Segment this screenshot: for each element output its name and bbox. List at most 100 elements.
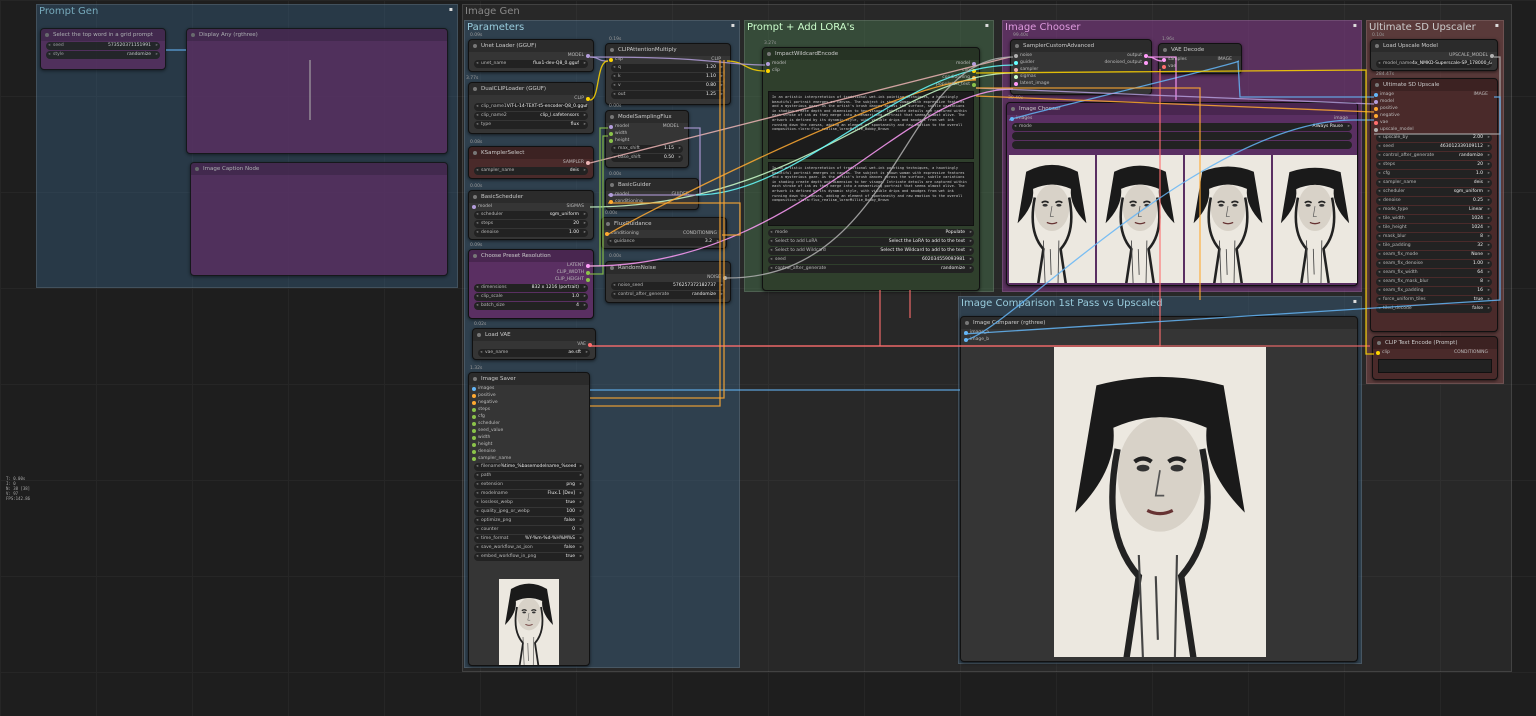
widget-mode[interactable]: modeAlways Pause <box>1012 123 1352 131</box>
group-menu-icon[interactable]: ▪︎ <box>731 22 735 29</box>
widget-tile-height[interactable]: tile_height1024 <box>1376 224 1492 232</box>
chooser-image-2[interactable] <box>1097 155 1183 283</box>
input-negative[interactable]: negative <box>1371 112 1497 119</box>
widget-control-after-generate[interactable]: control_after_generaterandomize <box>611 291 725 299</box>
output-conditioning[interactable]: conditioning <box>936 74 979 81</box>
widget-mask-blur[interactable]: mask_blur8 <box>1376 233 1492 241</box>
node-flux-guidance[interactable]: FluxGuidance conditioningCONDITIONING gu… <box>601 217 727 249</box>
input-model[interactable]: model SIGMAS <box>469 203 593 210</box>
widget-seed[interactable]: seed602034559093981 <box>768 256 974 264</box>
widget-select-to-add-wildcard[interactable]: Select to add WildcardSelect the Wildcar… <box>768 247 974 255</box>
node-ultimate-sd-upscale[interactable]: Ultimate SD Upscale image IMAGE model posit… <box>1370 78 1498 332</box>
input-model[interactable]: model <box>763 60 786 67</box>
widget-optimize_png[interactable]: optimize_pngfalse <box>474 517 584 525</box>
widget-steps[interactable]: steps20 <box>1376 161 1492 169</box>
widget-unet-name[interactable]: unet_nameflux1-dev-Q8_0.gguf <box>474 60 588 68</box>
input-cfg[interactable]: cfg <box>469 413 589 420</box>
widget-seam-fix-mode[interactable]: seam_fix_modeNone <box>1376 251 1492 259</box>
output-populated-text[interactable]: populated_text <box>936 81 979 88</box>
widget-batch-size[interactable]: batch_size4 <box>474 302 588 310</box>
widget-k[interactable]: k1.10 <box>611 73 725 81</box>
node-model-sampling-flux[interactable]: ModelSamplingFlux model MODEL width heigh… <box>605 110 689 168</box>
input-denoise[interactable]: denoise <box>469 448 589 455</box>
output-clip-width[interactable]: CLIP_WIDTH <box>469 269 593 276</box>
widget-vae-name[interactable]: vae_nameae.sft <box>478 349 590 357</box>
output-latent[interactable]: LATENT <box>469 262 593 269</box>
widget-path[interactable]: path <box>474 472 584 480</box>
widget-v[interactable]: v0.80 <box>611 82 725 90</box>
widget-tile-padding[interactable]: tile_padding32 <box>1376 242 1492 250</box>
widget-control-after-generate[interactable]: control_after_generaterandomize <box>1376 152 1492 160</box>
input-width[interactable]: width <box>606 130 688 137</box>
output-model[interactable]: MODEL <box>469 52 593 59</box>
widget-upscale-by[interactable]: upscale_by2.00 <box>1376 134 1492 142</box>
output-clip[interactable]: CLIP <box>469 95 593 102</box>
chooser-button[interactable] <box>1012 141 1352 149</box>
output-model[interactable]: model <box>936 60 979 67</box>
output-clip-height[interactable]: CLIP_HEIGHT <box>469 276 593 283</box>
widget-scheduler[interactable]: schedulersgm_uniform <box>1376 188 1492 196</box>
node-load-upscale-model[interactable]: Load Upscale Model UPSCALE_MODEL model_n… <box>1370 39 1498 71</box>
output-output[interactable]: output <box>1104 52 1151 59</box>
input-sampler_name[interactable]: sampler_name <box>469 455 589 462</box>
widget-tiled-decode[interactable]: tiled_decodefalse <box>1376 305 1492 313</box>
node-random-noise[interactable]: RandomNoise NOISE noise_seed576257372182… <box>605 261 731 303</box>
group-menu-icon[interactable]: ▪︎ <box>1495 22 1499 29</box>
input-conditioning[interactable]: conditioning <box>606 198 698 205</box>
widget-guidance[interactable]: guidance3.2 <box>607 238 721 246</box>
input-model[interactable]: model <box>1371 98 1497 105</box>
node-impact-wildcard-encode[interactable]: ImpactWildcardEncode model clip model cl… <box>762 47 980 291</box>
node-basic-scheduler[interactable]: BasicScheduler modelSIGMAS schedulersgm_… <box>468 190 594 240</box>
widget-control_after_generate[interactable]: control_after_generaterandomize <box>768 265 974 273</box>
input-conditioning[interactable]: conditioning CONDITIONING <box>602 230 726 237</box>
clip-text-input[interactable] <box>1378 359 1492 373</box>
node-load-vae[interactable]: Load VAE VAE vae_nameae.sft <box>472 328 596 360</box>
widget-model-name[interactable]: model_name4x_NMKD-Superscale-SP_178000_G… <box>1376 60 1492 68</box>
input-steps[interactable]: steps <box>469 406 589 413</box>
node-image-saver[interactable]: Image Saver images positive negative steps c… <box>468 372 590 666</box>
widget-cfg[interactable]: cfg1.0 <box>1376 170 1492 178</box>
widget-embed_workflow_in_png[interactable]: embed_workflow_in_pngtrue <box>474 553 584 561</box>
widget-seam-fix-width[interactable]: seam_fix_width64 <box>1376 269 1492 277</box>
widget-seam-fix-padding[interactable]: seam_fix_padding16 <box>1376 287 1492 295</box>
input-negative[interactable]: negative <box>469 399 589 406</box>
input-image-a[interactable]: image_a <box>961 329 1357 336</box>
output-sampler[interactable]: SAMPLER <box>469 159 593 166</box>
input-sigmas[interactable]: sigmas <box>1011 73 1049 80</box>
node-ksampler-select[interactable]: KSamplerSelect SAMPLER sampler_namedeis <box>468 146 594 179</box>
output-noise[interactable]: NOISE <box>606 274 730 281</box>
input-guider[interactable]: guider <box>1011 59 1049 66</box>
input-scheduler[interactable]: scheduler <box>469 420 589 427</box>
wildcard-text-input[interactable]: In an artistic interpretation of traditi… <box>768 91 974 159</box>
widget-denoise[interactable]: denoise1.00 <box>474 229 588 237</box>
widget-extension[interactable]: extensionpng <box>474 481 584 489</box>
chooser-image-1[interactable] <box>1009 155 1095 283</box>
node-prompt-gen-2[interactable]: Display Any (rgthree) <box>186 28 448 154</box>
input-noise[interactable]: noise <box>1011 52 1049 59</box>
node-sampler-custom-advanced[interactable]: SamplerCustomAdvanced noise guider sampler… <box>1010 39 1152 95</box>
output-vae[interactable]: VAE <box>473 341 595 348</box>
widget-denoise[interactable]: denoise0.25 <box>1376 197 1492 205</box>
input-image[interactable]: image IMAGE <box>1371 91 1497 98</box>
widget-style[interactable]: stylerandomize <box>46 51 160 59</box>
widget-q[interactable]: q1.20 <box>611 64 725 72</box>
widget-scheduler[interactable]: schedulersgm_uniform <box>474 211 588 219</box>
widget-type[interactable]: typeflux <box>474 121 588 129</box>
widget-counter[interactable]: counter0 <box>474 526 584 534</box>
input-seed_value[interactable]: seed_value <box>469 427 589 434</box>
node-preset-resolution[interactable]: Choose Preset Resolution LATENT CLIP_WID… <box>468 249 594 319</box>
output-denoised_output[interactable]: denoised_output <box>1104 59 1151 66</box>
widget-steps[interactable]: steps20 <box>474 220 588 228</box>
widget-save_workflow_as_json[interactable]: save_workflow_as_jsonfalse <box>474 544 584 552</box>
widget-noise-seed[interactable]: noise_seed576257372182737 <box>611 282 725 290</box>
widget-lossless_webp[interactable]: lossless_webptrue <box>474 499 584 507</box>
widget-base-shift[interactable]: base_shift0.50 <box>611 154 683 162</box>
widget-clip-name2[interactable]: clip_name2clip_l.safetensors <box>474 112 588 120</box>
input-sampler[interactable]: sampler <box>1011 66 1049 73</box>
chooser-image-3[interactable] <box>1185 155 1271 283</box>
input-upscale_model[interactable]: upscale_model <box>1371 126 1497 133</box>
node-unet-loader[interactable]: Unet Loader (GGUF) MODEL unet_nameflux1-… <box>468 39 594 72</box>
populated-text-input[interactable]: In an artistic interpretation of traditi… <box>768 162 974 226</box>
output-clip[interactable]: clip <box>936 67 979 74</box>
widget-filename[interactable]: filename%time_%basemodelname_%seed <box>474 463 584 471</box>
